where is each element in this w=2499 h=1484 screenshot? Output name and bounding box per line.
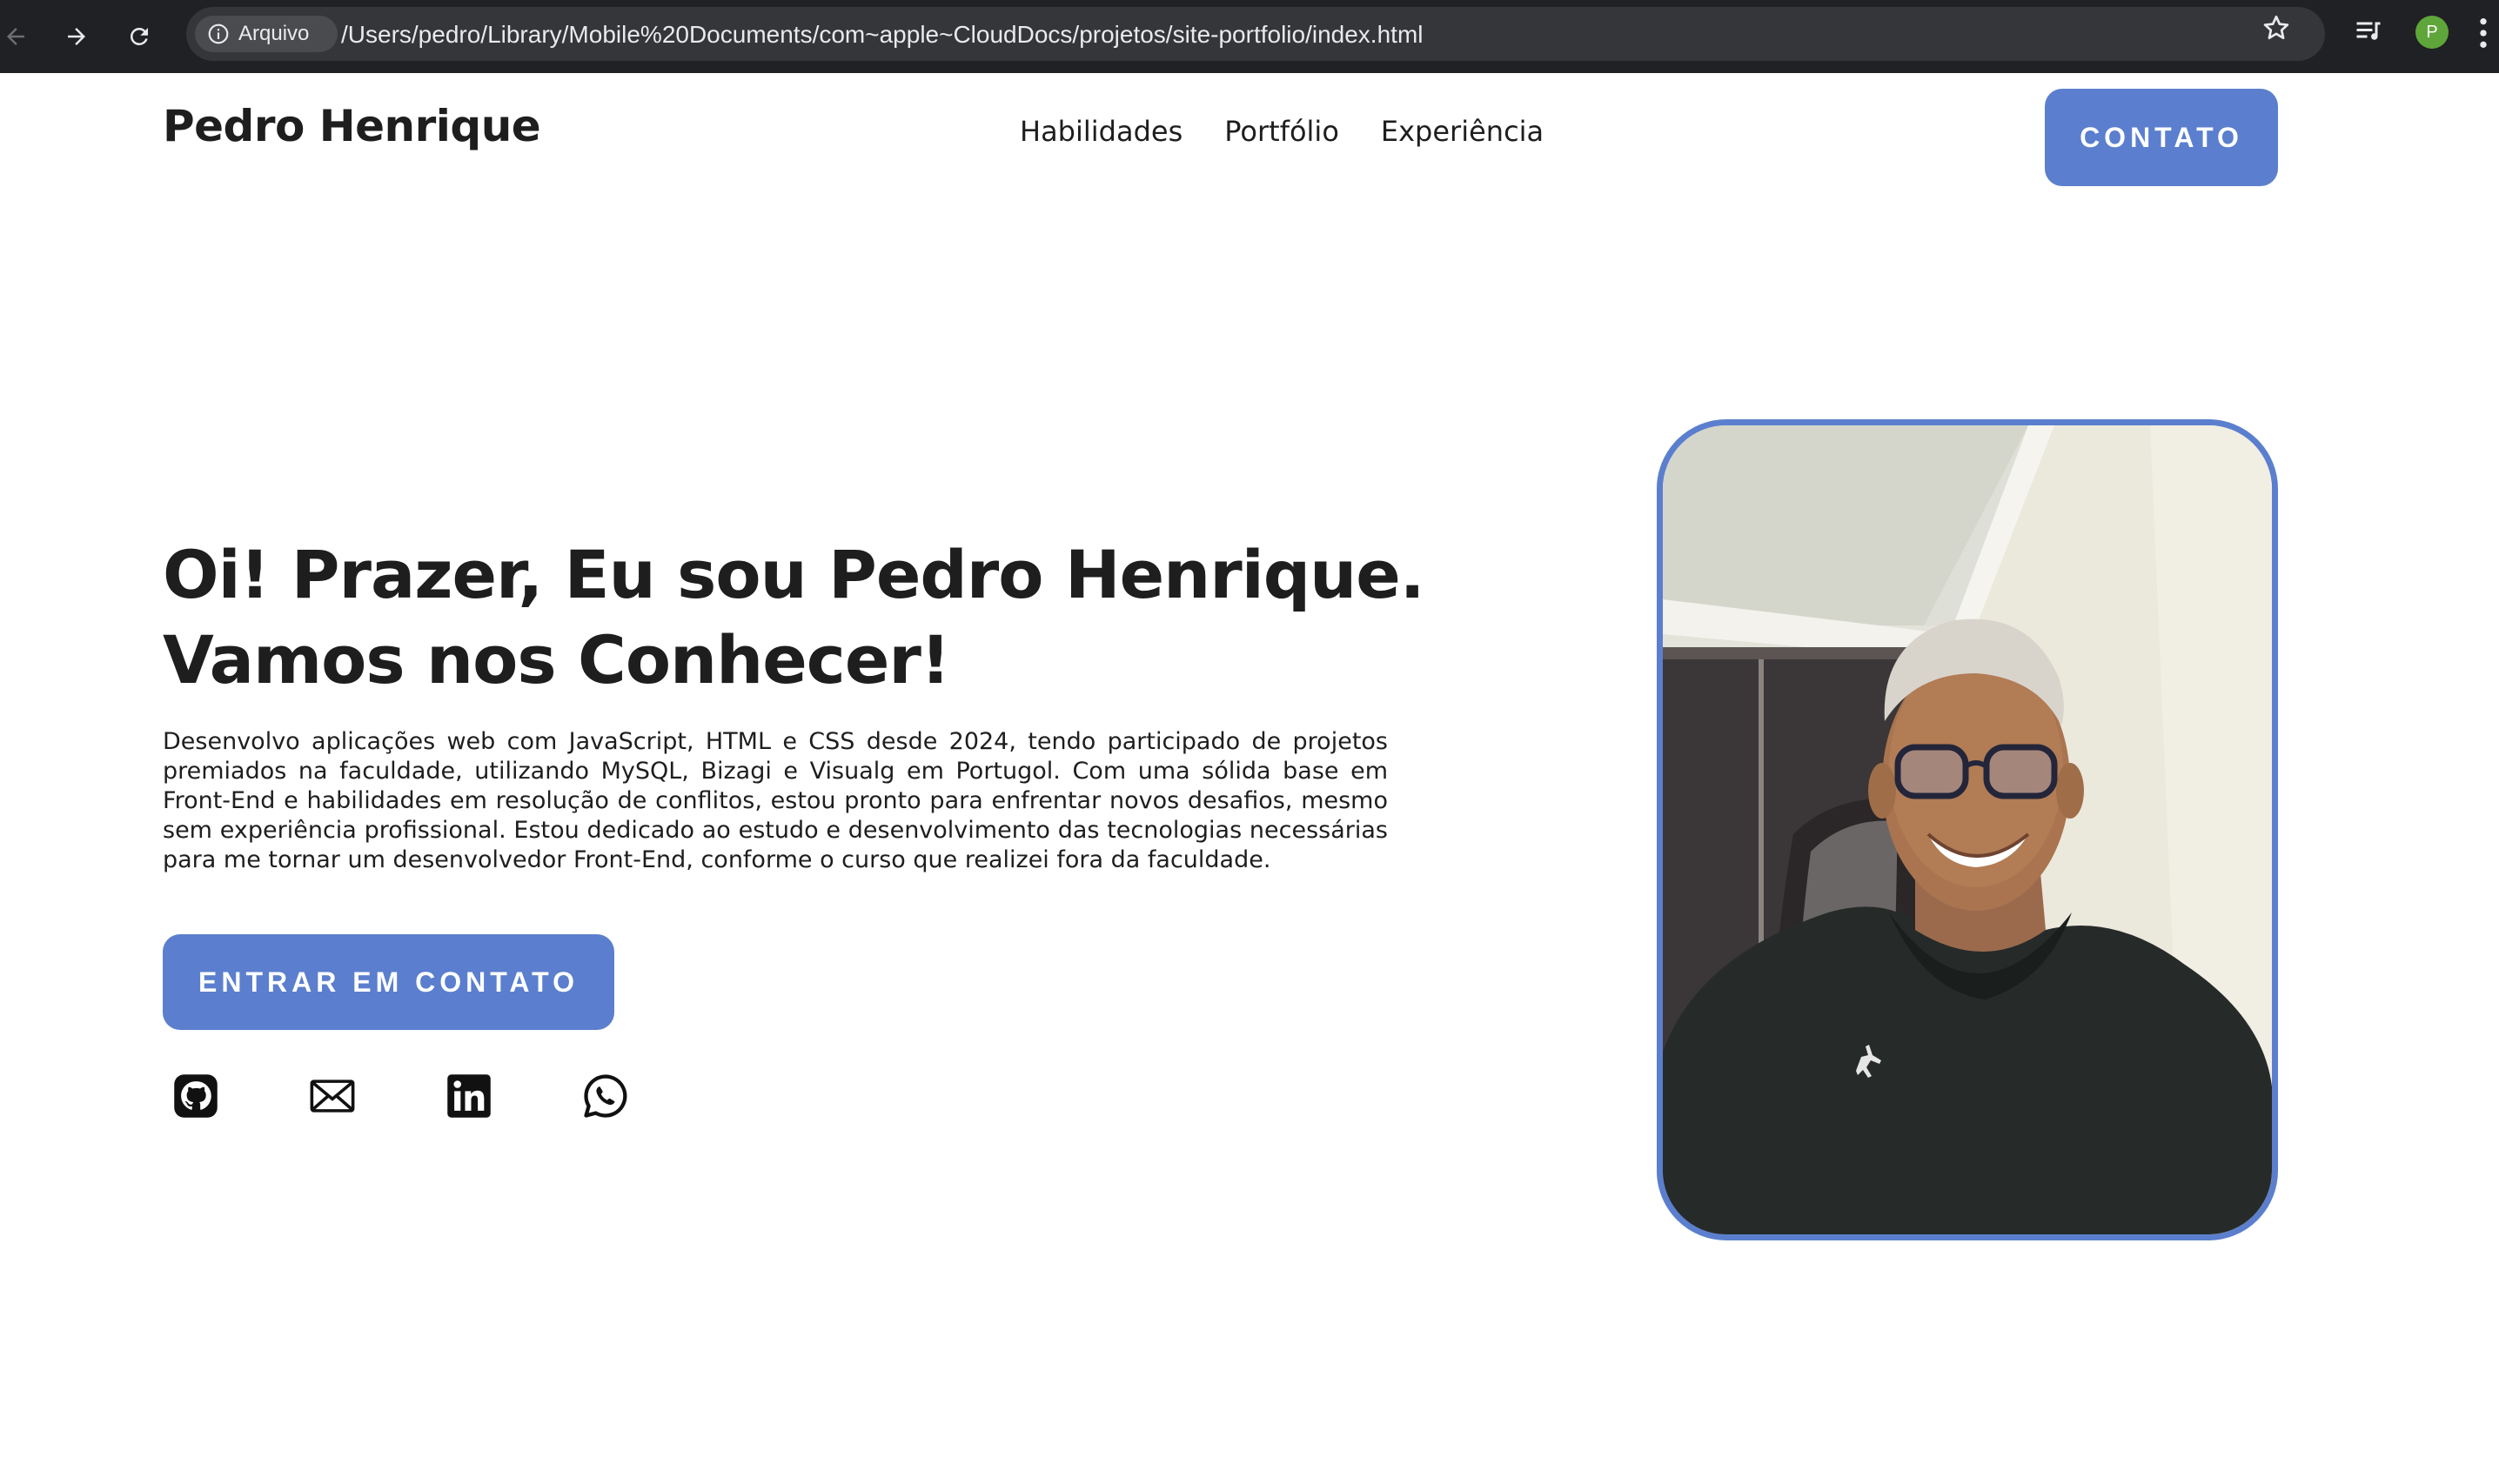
site-logo[interactable]: Pedro Henrique: [163, 101, 541, 151]
nav-link-experiencia[interactable]: Experiência: [1381, 115, 1544, 148]
back-button[interactable]: [0, 14, 38, 59]
nav-link-habilidades[interactable]: Habilidades: [1020, 115, 1183, 148]
mail-icon: [310, 1080, 355, 1113]
linkedin-icon: [447, 1074, 491, 1118]
github-link[interactable]: [170, 1070, 222, 1122]
media-queue-icon[interactable]: [2353, 16, 2384, 47]
main-nav: Habilidades Portfólio Experiência: [1020, 115, 1544, 148]
github-icon: [174, 1074, 218, 1118]
whatsapp-link[interactable]: [580, 1070, 632, 1122]
hero-title-line-1: Oi! Prazer, Eu sou Pedro Henrique.: [163, 536, 1425, 613]
profile-photo: [1657, 419, 2278, 1240]
forward-button[interactable]: [54, 14, 99, 59]
site-info-chip[interactable]: Arquivo: [195, 16, 338, 52]
hero-title: Oi! Prazer, Eu sou Pedro Henrique. Vamos…: [163, 532, 1659, 703]
get-in-touch-button[interactable]: ENTRAR EM CONTATO: [163, 934, 614, 1030]
nav-link-portfolio[interactable]: Portfólio: [1224, 115, 1339, 148]
site-info-label: Arquivo: [238, 22, 310, 45]
profile-avatar[interactable]: P: [2415, 16, 2449, 49]
browser-menu-icon[interactable]: [2473, 16, 2494, 50]
linkedin-link[interactable]: [443, 1070, 495, 1122]
info-icon: [208, 23, 229, 44]
url-text[interactable]: /Users/pedro/Library/Mobile%20Documents/…: [341, 21, 1423, 49]
reload-button[interactable]: [117, 14, 162, 59]
bookmark-star-icon[interactable]: [2261, 12, 2292, 43]
reload-icon: [131, 28, 148, 45]
address-bar[interactable]: Arquivo /Users/pedro/Library/Mobile%20Do…: [186, 7, 2325, 61]
contact-button[interactable]: CONTATO: [2045, 89, 2278, 186]
back-arrow-icon: [7, 28, 24, 45]
email-link[interactable]: [306, 1070, 358, 1122]
portfolio-page: Pedro Henrique Habilidades Portfólio Exp…: [0, 73, 2499, 1484]
hero-title-line-2: Vamos nos Conhecer!: [163, 621, 951, 699]
browser-toolbar: Arquivo /Users/pedro/Library/Mobile%20Do…: [0, 0, 2499, 73]
profile-photo-illustration: [1663, 425, 2272, 1234]
hero-description: Desenvolvo aplicações web com JavaScript…: [163, 728, 1388, 873]
whatsapp-icon: [584, 1074, 627, 1118]
forward-arrow-icon: [68, 28, 85, 45]
